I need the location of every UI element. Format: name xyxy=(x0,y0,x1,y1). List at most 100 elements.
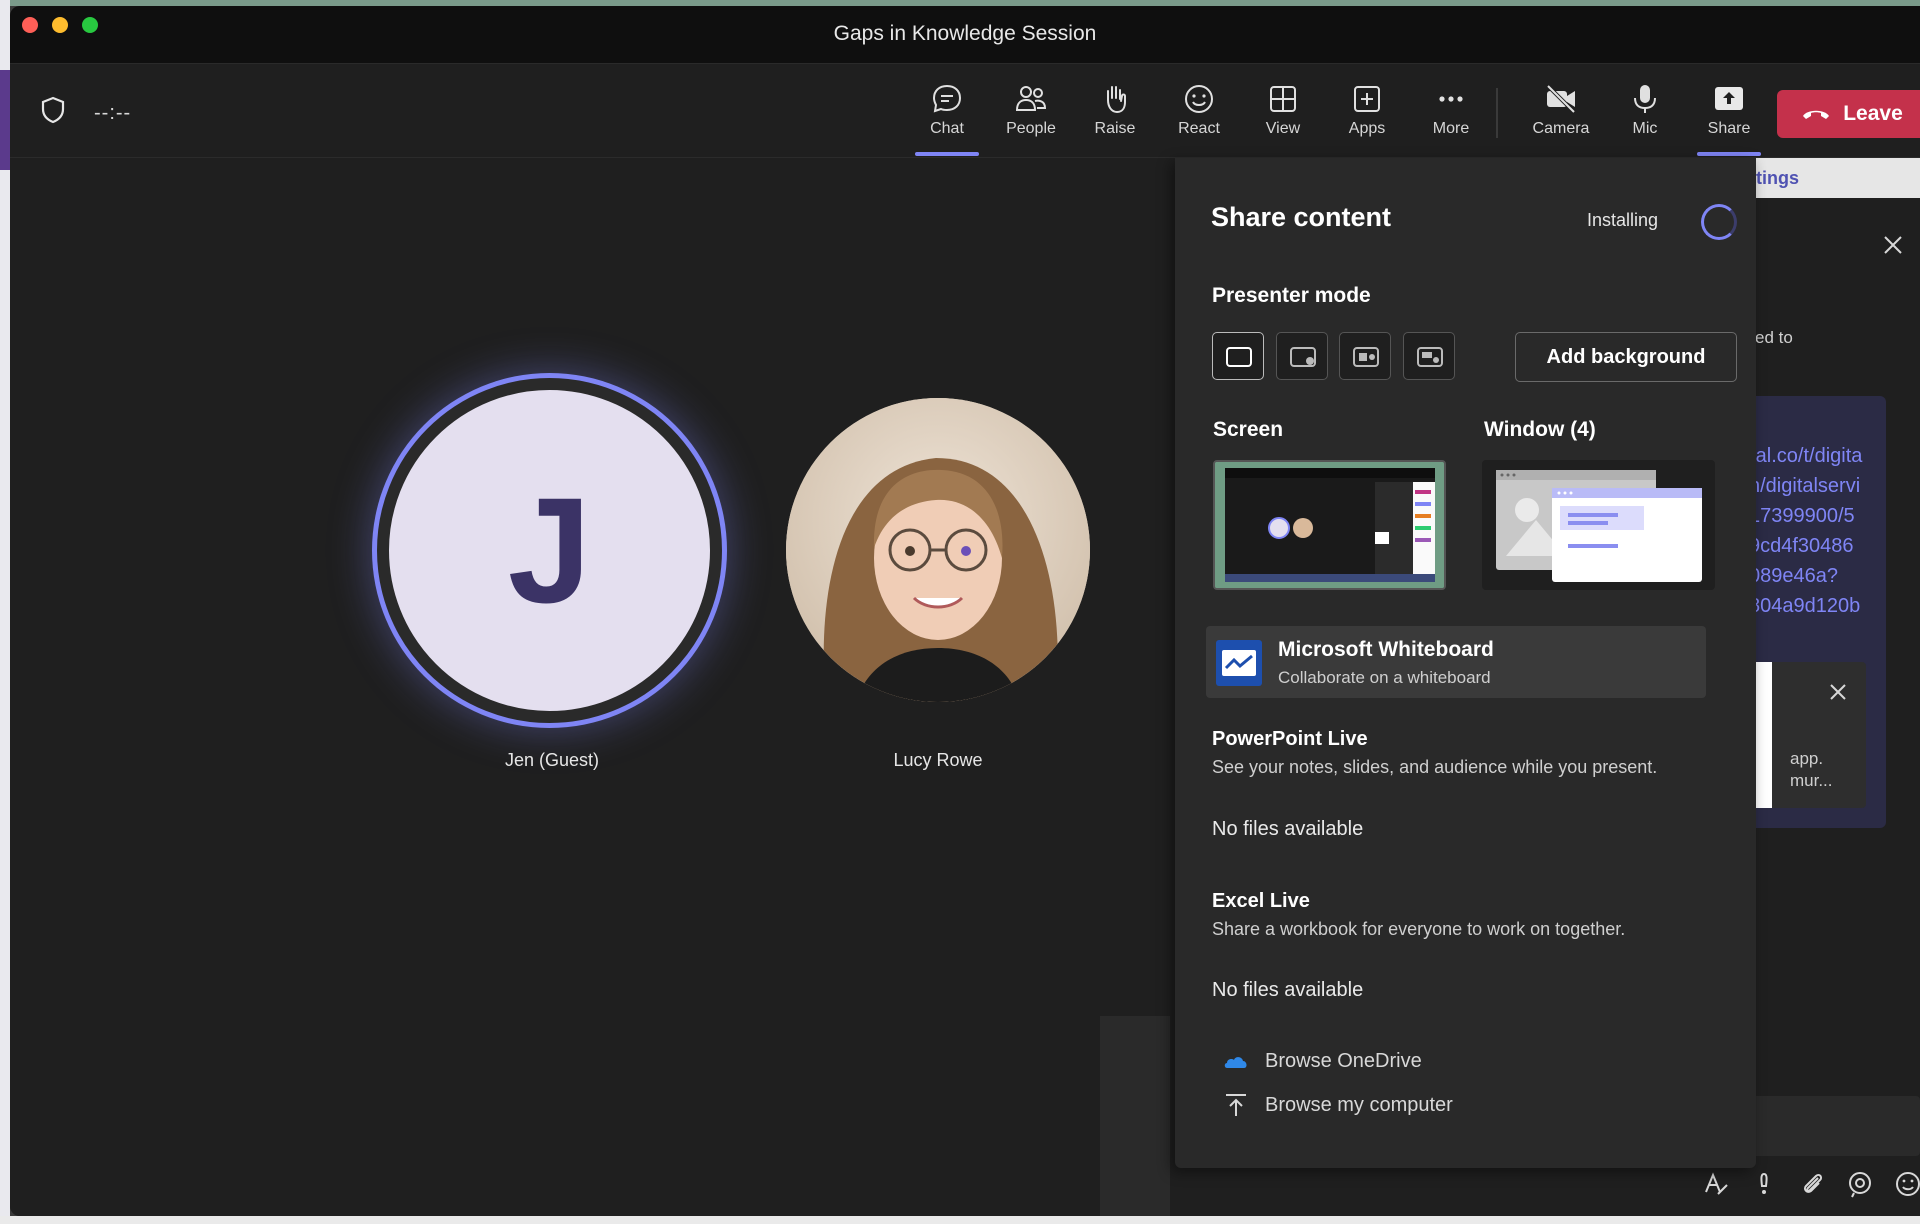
close-icon[interactable] xyxy=(1882,234,1904,256)
browse-onedrive-link[interactable]: Browse OneDrive xyxy=(1223,1048,1422,1074)
participant-avatar-jen[interactable]: J xyxy=(377,378,722,723)
window-title: Gaps in Knowledge Session xyxy=(833,22,1097,45)
link-preview-text: app. mur... xyxy=(1790,748,1833,792)
toolbar-divider xyxy=(1496,88,1498,138)
view-button[interactable]: View xyxy=(1243,82,1323,144)
chat-settings-tab[interactable]: ettings xyxy=(1740,158,1920,198)
onedrive-icon xyxy=(1224,1057,1247,1068)
share-content-panel: Share content Installing Presenter mode … xyxy=(1175,158,1756,1168)
leave-label: Leave xyxy=(1843,102,1903,125)
microsoft-whiteboard-option[interactable]: Microsoft Whiteboard Collaborate on a wh… xyxy=(1206,626,1706,698)
apps-button[interactable]: Apps xyxy=(1327,82,1407,144)
link-preview-line: app. xyxy=(1790,749,1824,768)
title-bar: Gaps in Knowledge Session xyxy=(10,6,1920,64)
excel-live-subtitle: Share a workbook for everyone to work on… xyxy=(1212,919,1626,939)
more-label: More xyxy=(1432,120,1470,137)
chat-link-line[interactable]: 17399900/5 xyxy=(1749,505,1855,528)
mic-button[interactable]: Mic xyxy=(1605,82,1685,144)
meeting-toolbar: --:-- Chat People Raise React View Apps … xyxy=(10,64,1920,158)
presenter-mode-side-by-side[interactable] xyxy=(1339,332,1391,380)
window-heading: Window (4) xyxy=(1484,418,1596,441)
background-app-accent xyxy=(0,70,10,170)
browse-computer-label: Browse my computer xyxy=(1265,1093,1453,1116)
add-background-button[interactable]: Add background xyxy=(1515,332,1737,382)
share-label: Share xyxy=(1707,120,1751,137)
upload-icon xyxy=(1226,1094,1246,1116)
chat-link-line[interactable]: ral.co/t/digita xyxy=(1749,445,1862,468)
camera-off-icon xyxy=(1546,84,1576,114)
leave-button[interactable]: Leave xyxy=(1777,90,1920,138)
important-icon[interactable] xyxy=(1750,1170,1778,1198)
chat-link-line[interactable]: 089e46a? xyxy=(1749,565,1838,588)
side-by-side-icon xyxy=(1353,347,1379,367)
chat-label: Chat xyxy=(930,120,964,137)
whiteboard-title: Microsoft Whiteboard xyxy=(1278,638,1494,661)
mic-icon xyxy=(1634,85,1656,113)
chat-button[interactable]: Chat xyxy=(907,82,987,156)
link-preview-line: mur... xyxy=(1790,771,1833,790)
standout-icon xyxy=(1290,347,1316,367)
raise-hand-button[interactable]: Raise xyxy=(1075,82,1155,144)
raise-hand-icon xyxy=(1107,86,1126,114)
chat-link-line[interactable]: 9cd4f30486 xyxy=(1749,535,1854,558)
people-button[interactable]: People xyxy=(991,82,1071,144)
view-label: View xyxy=(1265,120,1301,137)
shield-icon[interactable] xyxy=(40,96,66,124)
meeting-timer: --:-- xyxy=(94,102,132,124)
mic-label: Mic xyxy=(1632,120,1658,137)
presenter-mode-content-only[interactable] xyxy=(1212,332,1264,380)
compose-toolbar xyxy=(1536,1170,1920,1210)
chat-icon xyxy=(932,84,962,113)
link-preview-card[interactable]: app. mur... xyxy=(1738,662,1866,808)
active-indicator xyxy=(915,152,979,156)
share-icon xyxy=(1715,87,1743,110)
share-button[interactable]: Share xyxy=(1689,82,1769,156)
share-panel-title: Share content xyxy=(1211,202,1392,232)
camera-button[interactable]: Camera xyxy=(1521,82,1601,144)
browse-computer-link[interactable]: Browse my computer xyxy=(1223,1092,1453,1118)
raise-label: Raise xyxy=(1094,120,1136,137)
whiteboard-subtitle: Collaborate on a whiteboard xyxy=(1278,668,1491,687)
reporter-icon xyxy=(1417,347,1443,367)
screen-preview-image xyxy=(1215,462,1444,588)
powerpoint-no-files: No files available xyxy=(1212,818,1364,840)
loop-icon[interactable] xyxy=(1846,1170,1874,1198)
whiteboard-icon xyxy=(1216,640,1262,686)
emoji-icon[interactable] xyxy=(1894,1170,1920,1198)
presenter-mode-reporter[interactable] xyxy=(1403,332,1455,380)
background-app-list xyxy=(0,1216,1920,1224)
hang-up-icon xyxy=(1803,110,1830,119)
presenter-mode-heading: Presenter mode xyxy=(1212,284,1371,307)
participant-photo-lucy[interactable] xyxy=(786,398,1090,702)
view-icon xyxy=(1270,86,1296,112)
excel-no-files: No files available xyxy=(1212,979,1364,1001)
active-indicator xyxy=(1697,152,1761,156)
screen-heading: Screen xyxy=(1213,418,1284,441)
screen-share-thumbnail[interactable] xyxy=(1213,460,1446,590)
people-icon xyxy=(1015,86,1047,111)
apps-icon xyxy=(1354,86,1380,112)
attach-icon[interactable] xyxy=(1798,1170,1826,1198)
participant-name-lucy: Lucy Rowe xyxy=(893,750,983,770)
browse-onedrive-label: Browse OneDrive xyxy=(1265,1049,1422,1072)
camera-label: Camera xyxy=(1532,120,1590,137)
powerpoint-live-subtitle: See your notes, slides, and audience whi… xyxy=(1212,757,1658,777)
chat-link-line[interactable]: n/digitalservi xyxy=(1749,475,1860,498)
meeting-window: Gaps in Knowledge Session --:-- Chat Peo… xyxy=(10,6,1920,1216)
presenter-mode-standout[interactable] xyxy=(1276,332,1328,380)
installing-status: Installing xyxy=(1587,210,1659,230)
format-icon[interactable] xyxy=(1702,1170,1730,1198)
apps-label: Apps xyxy=(1348,120,1386,137)
react-icon xyxy=(1185,85,1213,113)
close-icon[interactable] xyxy=(1828,682,1848,702)
people-label: People xyxy=(1006,120,1056,137)
loading-spinner-icon xyxy=(1701,204,1737,240)
chat-link-line[interactable]: 804a9d120b xyxy=(1749,595,1860,618)
powerpoint-live-heading: PowerPoint Live xyxy=(1212,728,1368,750)
more-button[interactable]: More xyxy=(1411,82,1491,144)
content-only-icon xyxy=(1226,347,1252,367)
video-stage: J Jen (Guest) Lucy Rowe xyxy=(10,158,1360,1216)
more-icon xyxy=(1439,96,1463,102)
window-share-thumbnail[interactable] xyxy=(1482,460,1715,590)
react-button[interactable]: React xyxy=(1159,82,1239,144)
